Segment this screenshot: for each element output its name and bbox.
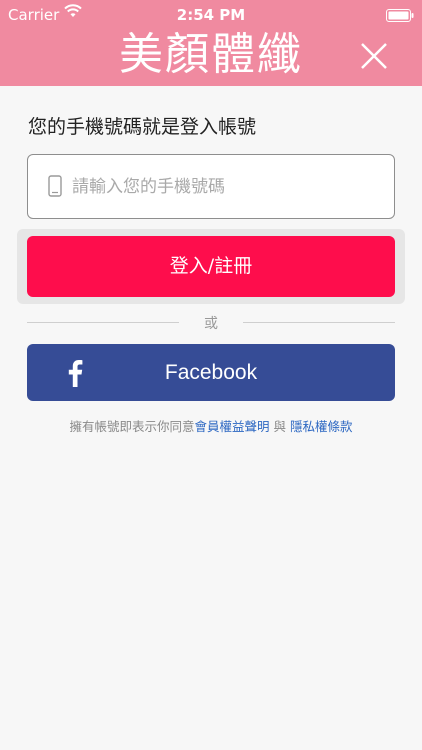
phone-input[interactable] xyxy=(72,155,382,218)
facebook-label: Facebook xyxy=(164,361,258,384)
app-header: Carrier 2:54 PM 美顏體纖 xyxy=(0,0,422,86)
privacy-policy-link[interactable]: 隱私權條款 xyxy=(290,419,353,434)
login-button-container: 登入/註冊 xyxy=(17,229,405,304)
close-icon[interactable] xyxy=(360,42,388,74)
login-register-button[interactable]: 登入/註冊 xyxy=(27,236,395,297)
battery-icon xyxy=(386,8,414,26)
phone-field[interactable] xyxy=(27,154,395,219)
terms-notice: 擁有帳號即表示你同意會員權益聲明 與 隱私權條款 xyxy=(0,416,422,435)
divider-right xyxy=(243,322,395,323)
phone-icon xyxy=(48,175,62,201)
login-prompt: 您的手機號碼就是登入帳號 xyxy=(28,116,257,138)
member-rights-link[interactable]: 會員權益聲明 xyxy=(195,419,270,434)
terms-prefix: 擁有帳號即表示你同意 xyxy=(69,419,195,434)
facebook-login-button[interactable]: Facebook xyxy=(27,344,395,401)
terms-and: 與 xyxy=(269,419,290,434)
divider-or: 或 xyxy=(204,316,218,332)
brand-title: 美顏體纖 xyxy=(119,29,303,80)
status-time: 2:54 PM xyxy=(176,6,246,24)
